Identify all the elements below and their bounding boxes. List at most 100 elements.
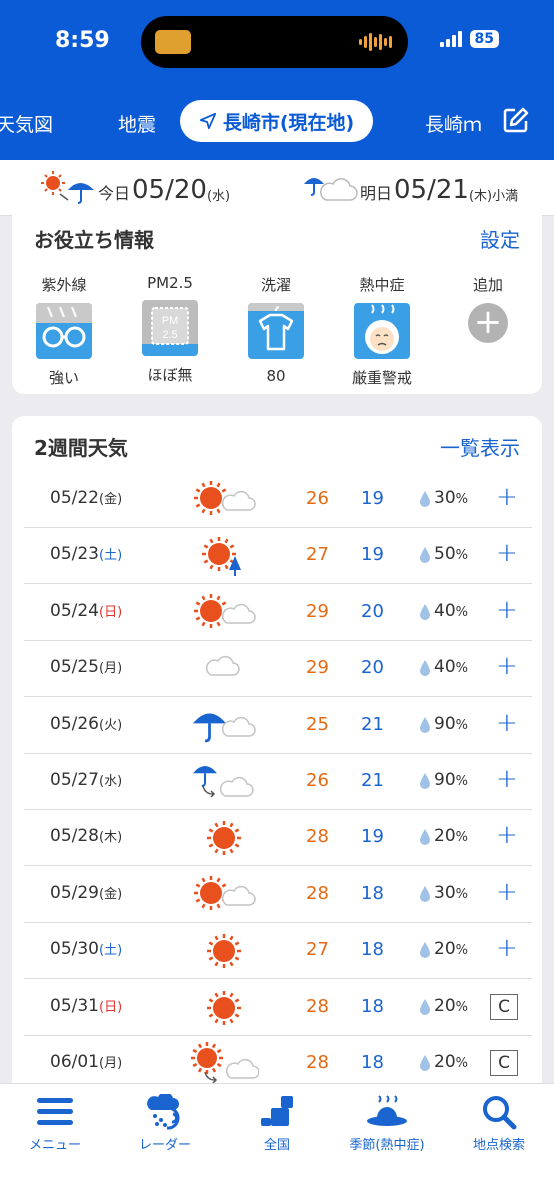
useful-info-card: お役立ち情報 設定 紫外線 強い PM2.5 PM 2.5 ほぼ無 洗濯 80 … (12, 212, 542, 394)
row-expand-button[interactable]: + (496, 482, 518, 512)
sun-icon (207, 821, 241, 856)
umbrella-cloud-icon (193, 713, 256, 742)
svg-text:PM: PM (162, 315, 179, 327)
row-c-button[interactable]: C (490, 1050, 518, 1076)
forecast-row[interactable]: 05/26(火) 25 21 90% + (24, 698, 532, 754)
row-expand-button[interactable]: + (496, 538, 518, 568)
row-date: 05/23(土) (50, 544, 123, 565)
raindrop-icon (419, 716, 431, 738)
tab-current-location[interactable]: 長崎市(現在地) (180, 100, 373, 142)
raindrop-icon (419, 941, 431, 963)
uv-index-item[interactable]: 紫外線 強い (14, 274, 114, 388)
forecast-row[interactable]: 05/31(日) 28 18 20% C (24, 980, 532, 1036)
row-expand-button[interactable]: + (496, 877, 518, 907)
nav-radar[interactable]: レーダー (110, 1094, 220, 1153)
heatstroke-item[interactable]: 熱中症 厳重警戒 (332, 274, 432, 388)
tomorrow-label: 明日 (360, 184, 393, 203)
row-date: 05/24(日) (50, 600, 123, 621)
two-week-card: 2週間天気 一覧表示 05/22(金) 26 19 30% +05/23(土) 27 19 5… (12, 416, 542, 1116)
row-expand-button[interactable]: + (496, 595, 518, 625)
pm25-item[interactable]: PM2.5 PM 2.5 ほぼ無 (120, 274, 220, 385)
nav-radar-label: レーダー (138, 1138, 191, 1153)
forecast-row[interactable]: 05/29(金) 28 18 30% + (24, 867, 532, 923)
nav-menu[interactable]: メニュー (0, 1094, 110, 1153)
row-low-temp: 18 (361, 939, 384, 961)
row-high-temp: 25 (306, 713, 329, 735)
row-high-temp: 28 (306, 826, 329, 848)
tab-earthquake[interactable]: 地震 (118, 110, 156, 137)
edit-icon[interactable] (502, 106, 530, 134)
row-precip: 90% (434, 770, 468, 790)
umbrella-cloud-icon (304, 178, 358, 201)
forecast-row[interactable]: 05/24(日) 29 20 40% + (24, 585, 532, 641)
pm25-title: PM2.5 (147, 274, 193, 292)
row-weekday: (月) (99, 1056, 123, 1071)
radar-icon (147, 1094, 180, 1130)
row-precip: 30% (434, 488, 468, 508)
forecast-row[interactable]: 05/25(月) 29 20 40% + (24, 641, 532, 698)
row-low-temp: 21 (361, 713, 384, 735)
row-weekday: (火) (99, 717, 123, 733)
row-precip: 30% (434, 882, 468, 903)
tomorrow-weekday: (木) (468, 189, 493, 204)
row-weekday: (水) (99, 774, 123, 789)
row-weekday: (日) (99, 604, 123, 620)
list-view-link[interactable]: 一覧表示 (440, 432, 520, 461)
status-time: 8:59 (55, 28, 110, 53)
forecast-row[interactable]: 05/22(金) 26 19 30% + (24, 472, 532, 528)
row-date: 05/26(火) (50, 713, 123, 734)
nav-location-search[interactable]: 地点検索 (444, 1094, 554, 1153)
forecast-row[interactable]: 05/30(土) 27 18 20% + (24, 923, 532, 980)
row-high-temp: 28 (306, 1052, 329, 1073)
nav-nationwide[interactable]: 全国 (222, 1094, 332, 1153)
forecast-row[interactable]: 05/23(土) 27 19 50% + (24, 528, 532, 585)
settings-link[interactable]: 設定 (480, 224, 520, 253)
tomorrow-forecast[interactable]: 明日 05/21 (木) 小満 (302, 170, 518, 204)
tomorrow-date: 05/21 (394, 175, 469, 205)
forecast-row[interactable]: 05/27(水) 26 21 90% + (24, 754, 532, 810)
battery-indicator: 85 (469, 30, 499, 48)
pm25-icon: PM 2.5 (142, 300, 198, 356)
row-expand-button[interactable]: + (496, 764, 518, 794)
row-low-temp: 18 (361, 1052, 384, 1073)
pm25-value: ほぼ無 (147, 366, 193, 384)
heatstroke-title: 熱中症 (359, 276, 405, 294)
laundry-value: 80 (266, 367, 286, 385)
today-forecast[interactable]: 今日 05/20 (水) (40, 170, 230, 204)
glasses-icon (36, 303, 92, 359)
row-high-temp: 29 (306, 600, 329, 622)
tab-nagasaki[interactable]: 長崎ｍ (425, 110, 481, 137)
row-low-temp: 20 (361, 600, 384, 622)
dynamic-island (141, 16, 408, 68)
map-icon (261, 1096, 293, 1126)
svg-text:2.5: 2.5 (162, 329, 177, 341)
row-expand-button[interactable]: + (496, 820, 518, 850)
hat-icon (367, 1095, 407, 1126)
nav-season[interactable]: 季節(熱中症) (332, 1094, 442, 1153)
sun-then-cloud-icon (191, 1042, 259, 1084)
two-week-title: 2週間天気 (34, 436, 128, 460)
row-expand-button[interactable]: + (496, 933, 518, 963)
today-weekday: (水) (206, 189, 231, 204)
location-arrow-icon (199, 112, 216, 130)
row-expand-button[interactable]: + (496, 651, 518, 681)
row-expand-button[interactable]: + (496, 708, 518, 738)
row-low-temp: 19 (361, 488, 384, 509)
useful-info-title: お役立ち情報 (34, 228, 154, 252)
row-c-button[interactable]: C (490, 993, 518, 1020)
laundry-icon (248, 303, 304, 359)
add-item[interactable]: 追加 + (438, 274, 538, 343)
plus-icon[interactable]: + (468, 303, 508, 343)
solar-term: 小満 (492, 189, 519, 204)
add-title: 追加 (472, 276, 503, 294)
row-precip: 20% (434, 1052, 468, 1072)
sun-cloud-icon (194, 875, 256, 910)
forecast-row[interactable]: 05/28(木) 28 19 20% + (24, 810, 532, 867)
sun-cloud-icon (194, 593, 256, 628)
status-indicators: 85 (439, 30, 499, 48)
row-high-temp: 26 (306, 488, 329, 509)
app-header: 8:59 85 天気図 地震 長崎市(現在地) 長崎ｍ (0, 0, 554, 160)
tab-weather-map[interactable]: 天気図 (0, 110, 53, 137)
day-selector: 今日 05/20 (水) 明日 05/21 (木) 小満 (0, 160, 554, 216)
laundry-item[interactable]: 洗濯 80 (226, 274, 326, 385)
